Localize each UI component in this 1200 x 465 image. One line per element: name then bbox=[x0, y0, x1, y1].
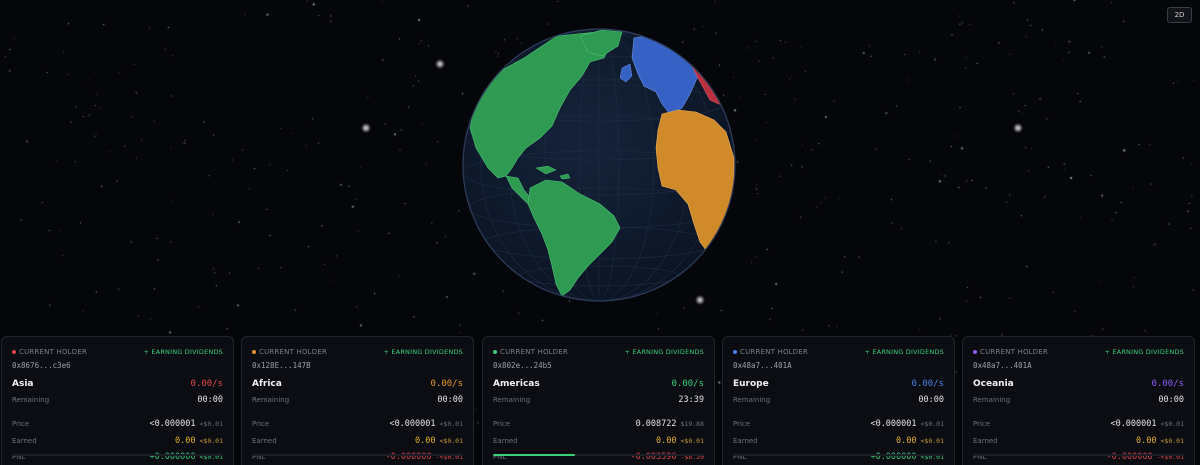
dividend-rate: 0.00/s bbox=[190, 379, 223, 389]
price-row: Price <0.000001 <$0.01 bbox=[733, 411, 944, 429]
current-holder-label: CURRENT HOLDER bbox=[12, 348, 87, 356]
region-name: Africa bbox=[252, 379, 282, 389]
earned-label: Earned bbox=[733, 436, 758, 445]
earned-label: Earned bbox=[973, 436, 998, 445]
price-label: Price bbox=[12, 420, 30, 429]
holding-progress-bar bbox=[973, 454, 1184, 456]
earned-label: Earned bbox=[493, 436, 518, 445]
price-row: Price <0.000001 <$0.01 bbox=[12, 411, 223, 429]
region-card-europe[interactable]: CURRENT HOLDER + EARNING DIVIDENDS 0x48a… bbox=[722, 336, 955, 465]
price-label: Price bbox=[252, 420, 270, 429]
holder-label-text: CURRENT HOLDER bbox=[500, 348, 569, 356]
region-color-dot bbox=[12, 350, 16, 354]
region-card-oceania[interactable]: CURRENT HOLDER + EARNING DIVIDENDS 0x48a… bbox=[962, 336, 1195, 465]
region-color-dot bbox=[493, 350, 497, 354]
holding-progress-bar bbox=[252, 454, 463, 456]
remaining-value: 00:00 bbox=[437, 395, 463, 405]
remaining-row: Remaining 00:00 bbox=[973, 395, 1184, 411]
earning-dividends-badge: + EARNING DIVIDENDS bbox=[624, 348, 704, 356]
holder-label-text: CURRENT HOLDER bbox=[740, 348, 809, 356]
remaining-row: Remaining 00:00 bbox=[12, 395, 223, 411]
dividend-rate: 0.00/s bbox=[911, 379, 944, 389]
earning-dividends-badge: + EARNING DIVIDENDS bbox=[1104, 348, 1184, 356]
holder-address[interactable]: 0x128E...147B bbox=[252, 361, 463, 371]
earned-row: Earned 0.00 <$0.01 bbox=[252, 428, 463, 446]
holding-progress-bar bbox=[733, 454, 944, 456]
remaining-label: Remaining bbox=[252, 396, 290, 404]
remaining-label: Remaining bbox=[12, 396, 50, 404]
earned-label: Earned bbox=[252, 436, 277, 445]
earning-dividends-badge: + EARNING DIVIDENDS bbox=[864, 348, 944, 356]
holder-address[interactable]: 0x48a7...401A bbox=[973, 361, 1184, 371]
earning-dividends-badge: + EARNING DIVIDENDS bbox=[383, 348, 463, 356]
remaining-label: Remaining bbox=[973, 396, 1011, 404]
region-color-dot bbox=[733, 350, 737, 354]
remaining-label: Remaining bbox=[493, 396, 531, 404]
dividend-rate: 0.00/s bbox=[671, 379, 704, 389]
remaining-value: 00:00 bbox=[918, 395, 944, 405]
current-holder-label: CURRENT HOLDER bbox=[493, 348, 568, 356]
pnl-row: PNL -0.000000 -<$0.01 bbox=[973, 444, 1184, 462]
price-row: Price <0.000001 <$0.01 bbox=[252, 411, 463, 429]
pnl-row: PNL -0.003596 -$8.20 bbox=[493, 444, 704, 462]
holder-label-text: CURRENT HOLDER bbox=[980, 348, 1049, 356]
holder-label-text: CURRENT HOLDER bbox=[19, 348, 88, 356]
price-label: Price bbox=[733, 420, 751, 429]
price-label: Price bbox=[973, 420, 991, 429]
remaining-label: Remaining bbox=[733, 396, 771, 404]
holder-address[interactable]: 0x802e...24b5 bbox=[493, 361, 704, 371]
madagascar-shape bbox=[727, 219, 735, 241]
holder-label-text: CURRENT HOLDER bbox=[259, 348, 328, 356]
region-name: Asia bbox=[12, 379, 34, 389]
earning-dividends-badge: + EARNING DIVIDENDS bbox=[143, 348, 223, 356]
remaining-row: Remaining 00:00 bbox=[733, 395, 944, 411]
region-cards: CURRENT HOLDER + EARNING DIVIDENDS 0x867… bbox=[1, 336, 1197, 465]
current-holder-label: CURRENT HOLDER bbox=[733, 348, 808, 356]
region-card-africa[interactable]: CURRENT HOLDER + EARNING DIVIDENDS 0x128… bbox=[241, 336, 474, 465]
holding-progress-bar bbox=[12, 454, 223, 456]
holder-address[interactable]: 0x8676...c3e6 bbox=[12, 361, 223, 371]
price-label: Price bbox=[493, 420, 511, 429]
pnl-row: PNL +0.000000 <$0.01 bbox=[12, 444, 223, 462]
remaining-value: 23:39 bbox=[678, 395, 704, 405]
holding-progress-bar bbox=[493, 454, 704, 456]
holding-progress-fill bbox=[493, 454, 576, 456]
remaining-row: Remaining 23:39 bbox=[493, 395, 704, 411]
region-name: Oceania bbox=[973, 379, 1014, 389]
region-color-dot bbox=[252, 350, 256, 354]
region-name: Americas bbox=[493, 379, 540, 389]
dividend-rate: 0.00/s bbox=[430, 379, 463, 389]
view-toggle-button[interactable]: 2D bbox=[1167, 7, 1192, 23]
holder-address[interactable]: 0x48a7...401A bbox=[733, 361, 944, 371]
region-card-asia[interactable]: CURRENT HOLDER + EARNING DIVIDENDS 0x867… bbox=[1, 336, 234, 465]
current-holder-label: CURRENT HOLDER bbox=[973, 348, 1048, 356]
earned-label: Earned bbox=[12, 436, 37, 445]
remaining-row: Remaining 00:00 bbox=[252, 395, 463, 411]
price-row: Price 0.008722 $19.88 bbox=[493, 411, 704, 429]
earned-row: Earned 0.00 <$0.01 bbox=[973, 428, 1184, 446]
earned-row: Earned 0.00 <$0.01 bbox=[12, 428, 223, 446]
price-row: Price <0.000001 <$0.01 bbox=[973, 411, 1184, 429]
remaining-value: 00:00 bbox=[197, 395, 223, 405]
region-card-americas[interactable]: CURRENT HOLDER + EARNING DIVIDENDS 0x802… bbox=[482, 336, 715, 465]
dividend-rate: 0.00/s bbox=[1151, 379, 1184, 389]
pnl-row: PNL +0.000000 <$0.01 bbox=[733, 444, 944, 462]
globe-svg[interactable] bbox=[462, 28, 736, 302]
pnl-row: PNL -0.000000 -<$0.01 bbox=[252, 444, 463, 462]
earned-row: Earned 0.00 <$0.01 bbox=[733, 428, 944, 446]
region-color-dot bbox=[973, 350, 977, 354]
region-name: Europe bbox=[733, 379, 769, 389]
remaining-value: 00:00 bbox=[1158, 395, 1184, 405]
globe[interactable] bbox=[462, 28, 736, 302]
earned-row: Earned 0.00 <$0.01 bbox=[493, 428, 704, 446]
current-holder-label: CURRENT HOLDER bbox=[252, 348, 327, 356]
